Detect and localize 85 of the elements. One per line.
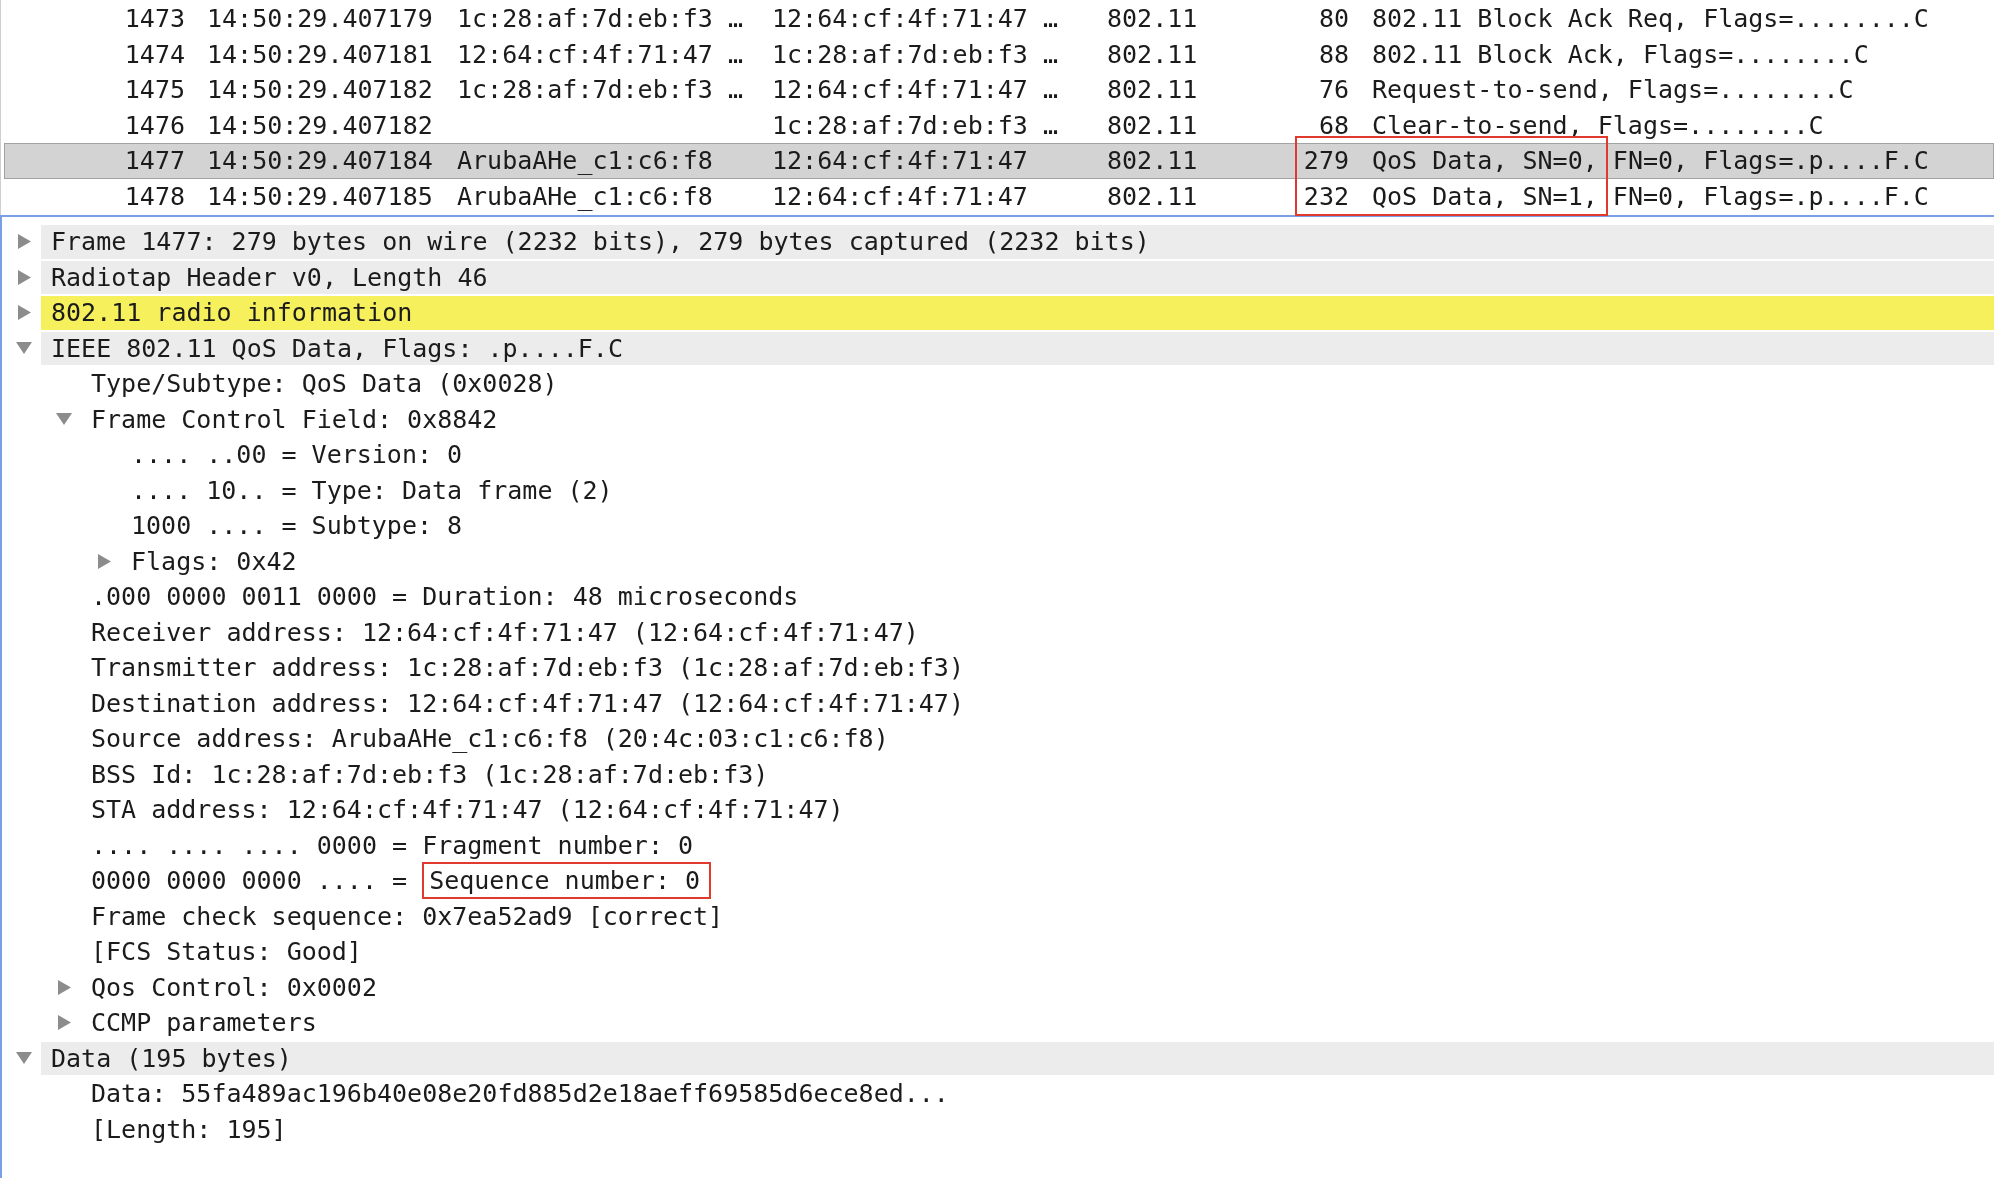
packet-info: FN=0, Flags=.p....F.C — [1612, 183, 1929, 209]
tree-item-text[interactable]: [Length: 195] — [91, 1116, 287, 1142]
packet-info: FN=0, Flags=.p....F.C — [1612, 148, 1929, 174]
tree-item-text[interactable]: Source address: ArubaAHe_c1:c6:f8 (20:4c:03:c1:c6:f8) — [91, 726, 889, 752]
packet-length: 232 — [1303, 181, 1349, 211]
packet-info: Request-to-send, Flags=........C — [1372, 77, 1854, 103]
tree-item-text[interactable]: [FCS Status: Good] — [91, 939, 362, 965]
packet-length: 68 — [1318, 110, 1349, 140]
source-address: 12:64:cf:4f:71:47 … — [457, 39, 743, 69]
tree-item-text[interactable]: .... 10.. = Type: Data frame (2) — [131, 477, 613, 503]
tree-item-text[interactable]: Receiver address: 12:64:cf:4f:71:47 (12:64:cf:4f:71:47) — [91, 619, 919, 645]
protocol-name: 802.11 — [1107, 181, 1198, 211]
protocol-name: 802.11 — [1107, 75, 1198, 105]
packet-row[interactable]: 1474 14:50:29.407181 12:64:cf:4f:71:47 … 1c:28:af:7d:eb:f3 … 802.11 88 802.11 Block Ack, Flags=........C — [4, 36, 1994, 72]
source-address: ArubaAHe_c1:c6:f8 — [457, 181, 713, 211]
destination-address: 12:64:cf:4f:71:47 — [772, 181, 1028, 211]
tree-item-text[interactable]: Data: 55fa489ac196b40e08e20fd885d2e18aeff69585d6ece8ed... — [91, 1081, 949, 1107]
tree-item-text[interactable]: CCMP parameters — [91, 1010, 317, 1036]
timestamp: 14:50:29.407179 — [207, 4, 433, 34]
destination-address: 12:64:cf:4f:71:47 … — [772, 75, 1058, 105]
tree-item-text[interactable]: Frame Control Field: 0x8842 — [91, 406, 498, 432]
caret-down-icon[interactable] — [16, 1052, 32, 1065]
packet-number: 1477 — [124, 146, 185, 176]
protocol-name: 802.11 — [1107, 39, 1198, 69]
caret-right-icon[interactable] — [18, 305, 31, 321]
packet-row[interactable]: 1478 14:50:29.407185 ArubaAHe_c1:c6:f8 12:64:cf:4f:71:47 802.11 232 QoS Data, SN=1, FN=0, Flags=.p....F.C — [4, 178, 1994, 214]
packet-number: 1473 — [124, 4, 185, 34]
tree-item-text[interactable]: Frame 1477: 279 bytes on wire (2232 bits), 279 bytes captured (2232 bits) — [51, 229, 1150, 255]
packet-length: 80 — [1318, 4, 1349, 34]
tree-item-text[interactable]: Radiotap Header v0, Length 46 — [51, 264, 488, 290]
annotated-text: Sequence number: 0 — [422, 862, 712, 900]
tree-item-text[interactable]: .000 0000 0011 0000 = Duration: 48 microseconds — [91, 584, 799, 610]
caret-right-icon[interactable] — [58, 1015, 71, 1031]
tree-item-text[interactable]: Flags: 0x42 — [131, 548, 297, 574]
caret-right-icon[interactable] — [18, 234, 31, 250]
tree-item-text[interactable]: 0000 0000 0000 .... = — [91, 868, 408, 894]
source-address: 1c:28:af:7d:eb:f3 … — [457, 4, 743, 34]
source-address: ArubaAHe_c1:c6:f8 — [457, 146, 713, 176]
caret-down-icon[interactable] — [16, 342, 32, 355]
packet-info: 802.11 Block Ack Req, Flags=........C — [1372, 6, 1929, 32]
tree-item-text[interactable]: .... .... .... 0000 = Fragment number: 0 — [91, 832, 694, 858]
tree-item-text[interactable]: Data (195 bytes) — [51, 1045, 292, 1071]
destination-address: 12:64:cf:4f:71:47 — [772, 146, 1028, 176]
tree-item-text[interactable]: BSS Id: 1c:28:af:7d:eb:f3 (1c:28:af:7d:eb:f3) — [91, 761, 769, 787]
timestamp: 14:50:29.407182 — [207, 110, 433, 140]
caret-down-icon[interactable] — [56, 413, 72, 426]
tree-item-text[interactable]: 1000 .... = Subtype: 8 — [131, 513, 463, 539]
tree-item-text[interactable]: Frame check sequence: 0x7ea52ad9 [correct] — [91, 903, 724, 929]
packet-number: 1474 — [124, 39, 185, 69]
timestamp: 14:50:29.407184 — [207, 146, 433, 176]
protocol-name: 802.11 — [1107, 4, 1198, 34]
packet-length: 76 — [1318, 75, 1349, 105]
destination-address: 1c:28:af:7d:eb:f3 … — [772, 110, 1058, 140]
packet-info: 802.11 Block Ack, Flags=........C — [1372, 41, 1869, 67]
packet-number: 1478 — [124, 181, 185, 211]
tree-item-text[interactable]: 802.11 radio information — [51, 300, 413, 326]
packet-number: 1476 — [124, 110, 185, 140]
packet-info: Clear-to-send, Flags=........C — [1372, 112, 1824, 138]
tree-item-text[interactable]: Qos Control: 0x0002 — [91, 974, 377, 1000]
caret-right-icon[interactable] — [58, 979, 71, 995]
packet-length: 279 — [1303, 146, 1349, 176]
protocol-name: 802.11 — [1107, 146, 1198, 176]
protocol-name: 802.11 — [1107, 110, 1198, 140]
caret-right-icon[interactable] — [98, 553, 111, 569]
timestamp: 14:50:29.407185 — [207, 181, 433, 211]
packet-row[interactable]: 1476 14:50:29.407182 1c:28:af:7d:eb:f3 … 802.11 68 Clear-to-send, Flags=........C — [4, 107, 1994, 143]
packet-length: 88 — [1318, 39, 1349, 69]
timestamp: 14:50:29.407181 — [207, 39, 433, 69]
tree-item-text[interactable]: IEEE 802.11 QoS Data, Flags: .p....F.C — [51, 335, 623, 361]
packet-info: QoS Data, SN=1, — [1372, 183, 1598, 209]
packet-row[interactable]: 1473 14:50:29.407179 1c:28:af:7d:eb:f3 … 12:64:cf:4f:71:47 … 802.11 80 802.11 Block Ack Req, Flags=........C — [4, 1, 1994, 37]
tree-item-text[interactable]: .... ..00 = Version: 0 — [131, 442, 463, 468]
tree-item-text[interactable]: Destination address: 12:64:cf:4f:71:47 (12:64:cf:4f:71:47) — [91, 690, 964, 716]
tree-item-text[interactable]: Transmitter address: 1c:28:af:7d:eb:f3 (1c:28:af:7d:eb:f3) — [91, 655, 964, 681]
tree-item-text[interactable]: STA address: 12:64:cf:4f:71:47 (12:64:cf:4f:71:47) — [91, 797, 844, 823]
destination-address: 1c:28:af:7d:eb:f3 … — [772, 39, 1058, 69]
caret-right-icon[interactable] — [18, 269, 31, 285]
packet-row[interactable]: 1477 14:50:29.407184 ArubaAHe_c1:c6:f8 12:64:cf:4f:71:47 802.11 279 QoS Data, SN=0, FN=0, Flags=.p....F.C — [4, 143, 1994, 179]
packet-row[interactable]: 1475 14:50:29.407182 1c:28:af:7d:eb:f3 … 12:64:cf:4f:71:47 … 802.11 76 Request-to-send, Flags=........C — [4, 72, 1994, 108]
destination-address: 12:64:cf:4f:71:47 … — [772, 4, 1058, 34]
timestamp: 14:50:29.407182 — [207, 75, 433, 105]
packet-info: QoS Data, SN=0, — [1372, 148, 1598, 174]
source-address: 1c:28:af:7d:eb:f3 … — [457, 75, 743, 105]
packet-number: 1475 — [124, 75, 185, 105]
tree-item-text[interactable]: Type/Subtype: QoS Data (0x0028) — [91, 371, 558, 397]
